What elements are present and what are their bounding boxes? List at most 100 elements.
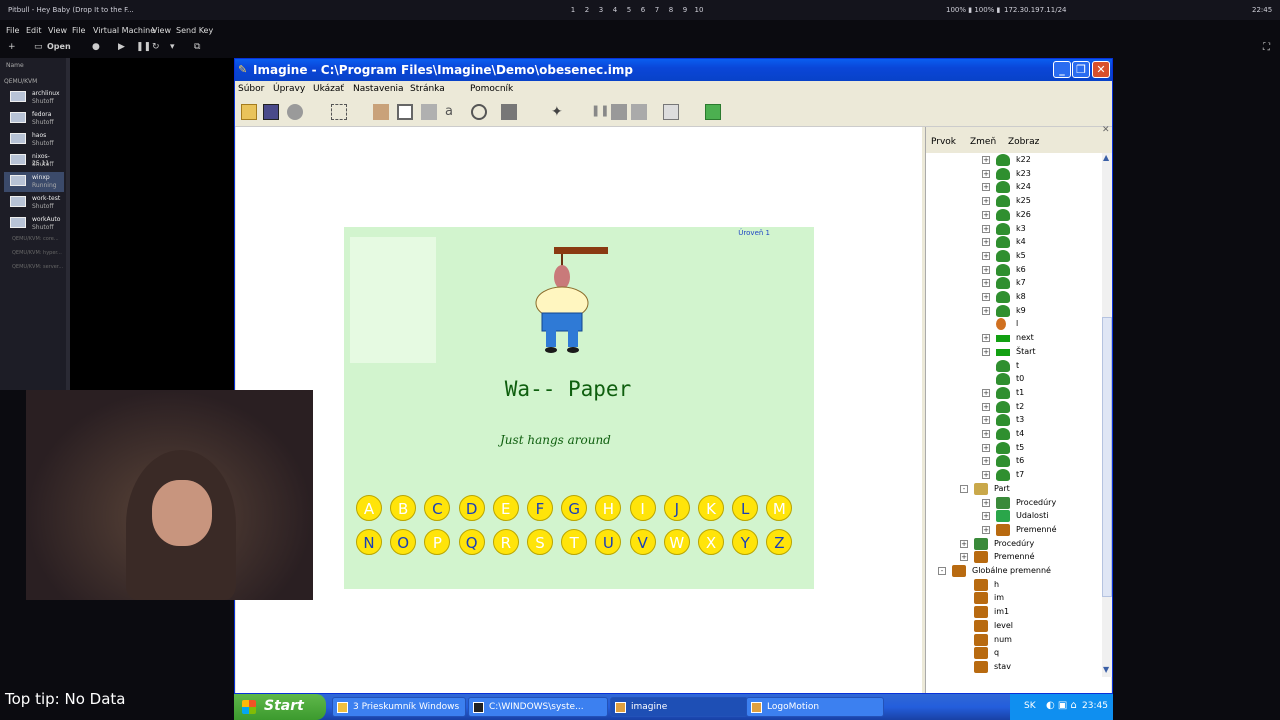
expand-icon[interactable]: + — [982, 498, 990, 507]
turtle-icon[interactable] — [373, 104, 389, 120]
expand-icon[interactable]: + — [982, 457, 990, 466]
letter-button-l[interactable]: L — [732, 495, 759, 521]
workspace-item[interactable]: 2 — [580, 6, 594, 14]
scroll-up-icon[interactable]: ▲ — [1103, 153, 1109, 162]
frame-icon[interactable] — [397, 104, 413, 120]
letter-button-c[interactable]: C — [424, 495, 451, 521]
letter-button-x[interactable]: X — [698, 529, 724, 555]
letter-button-h[interactable]: H — [595, 495, 622, 521]
menu-item[interactable]: Stránka — [410, 84, 445, 94]
tree-item[interactable]: + t2 — [926, 400, 1102, 414]
target-icon[interactable] — [471, 104, 487, 120]
tree-item[interactable]: + k23 — [926, 167, 1102, 181]
tree-item[interactable]: + Premenné — [926, 523, 1102, 537]
tree-item[interactable]: t0 — [926, 373, 1102, 386]
expand-icon[interactable]: + — [982, 279, 990, 288]
tree-item[interactable]: + t6 — [926, 455, 1102, 468]
workspace-item[interactable]: 10 — [692, 6, 706, 14]
tree-item[interactable]: + Procedúry — [926, 537, 1102, 551]
taskbar-button[interactable]: imagine — [610, 697, 748, 717]
window-icon[interactable] — [663, 104, 679, 120]
letter-button-s[interactable]: S — [527, 529, 553, 555]
chevron-down-icon[interactable]: ▾ — [170, 42, 175, 52]
letter-button-o[interactable]: O — [390, 529, 417, 555]
tree-item[interactable]: - Part — [926, 482, 1102, 496]
minimize-button[interactable]: _ — [1053, 61, 1071, 78]
workspace-item[interactable]: 9 — [678, 6, 692, 14]
letter-button-t[interactable]: T — [561, 529, 588, 555]
vm-list-item[interactable]: fedora Shutoff — [4, 109, 64, 129]
host-menu-item[interactable]: Edit — [26, 26, 42, 35]
canvas-area[interactable]: Úroveň 1 Wa-- Paper Just hangs around AB… — [236, 127, 922, 693]
menu-item[interactable]: Nastavenia — [353, 84, 404, 94]
workspace-item[interactable]: 5 — [622, 6, 636, 14]
expand-icon[interactable]: + — [982, 443, 990, 452]
menu-item[interactable]: Úpravy — [273, 84, 305, 94]
tree-item[interactable]: + t1 — [926, 386, 1102, 400]
vm-list-item[interactable]: workAuto Shutoff — [4, 214, 64, 234]
language-indicator[interactable]: SK — [1024, 701, 1036, 711]
pause-icon[interactable]: ❚❚ — [591, 104, 609, 120]
pause-icon[interactable]: ❚❚ — [136, 42, 151, 52]
taskbar-button[interactable]: C:\WINDOWS\syste... — [468, 697, 608, 717]
expand-icon[interactable]: + — [982, 402, 990, 411]
tree-item[interactable]: - Globálne premenné — [926, 565, 1102, 578]
tree-item[interactable]: + k25 — [926, 195, 1102, 208]
tree-item[interactable]: h — [926, 578, 1102, 592]
letter-button-w[interactable]: W — [663, 529, 690, 555]
letter-button-p[interactable]: P — [424, 529, 451, 555]
letter-button-q[interactable]: Q — [458, 529, 485, 555]
add-icon[interactable]: + — [8, 42, 16, 52]
menu-item[interactable]: Ukázať — [313, 84, 344, 94]
wand-icon[interactable]: ✦ — [551, 104, 567, 120]
letter-button-z[interactable]: Z — [766, 529, 793, 555]
expand-icon[interactable]: + — [982, 334, 990, 343]
tree-item[interactable]: + t7 — [926, 469, 1102, 482]
expand-icon[interactable]: + — [982, 293, 990, 301]
tree-item[interactable]: + k24 — [926, 181, 1102, 194]
menu-item[interactable]: Súbor — [238, 84, 264, 94]
stop-icon[interactable] — [611, 104, 627, 120]
letter-button-g[interactable]: G — [561, 495, 588, 521]
expand-icon[interactable]: + — [982, 347, 990, 356]
fullscreen-icon[interactable]: ⧉ — [194, 42, 200, 52]
vm-list-item[interactable]: nixos-25.11 Shutoff — [4, 151, 64, 171]
tree-item[interactable]: + k4 — [926, 236, 1102, 249]
restore-button[interactable]: ❐ — [1072, 61, 1090, 78]
tree-item[interactable]: + t5 — [926, 441, 1102, 455]
workspace-switcher[interactable]: 1 2 3 4 5 6 7 8 9 10 — [566, 6, 706, 14]
tree-item[interactable]: + Procedúry — [926, 496, 1102, 510]
letter-button-d[interactable]: D — [458, 495, 485, 521]
tree-item[interactable]: + k22 — [926, 154, 1102, 167]
scrollbar-thumb[interactable] — [1102, 317, 1112, 597]
letter-button-i[interactable]: I — [629, 495, 656, 521]
tree-item[interactable]: + Štart — [926, 346, 1102, 359]
tree-item[interactable]: stav — [926, 660, 1102, 674]
expand-icon[interactable]: + — [982, 525, 990, 534]
tree-item[interactable]: l — [926, 318, 1102, 331]
letter-button-b[interactable]: B — [390, 495, 417, 521]
close-button[interactable]: ✕ — [1092, 61, 1110, 78]
letter-button-n[interactable]: N — [356, 529, 382, 555]
close-icon[interactable]: ✕ — [1102, 125, 1110, 135]
open-folder-icon[interactable] — [241, 104, 257, 120]
tree-item[interactable]: + k6 — [926, 263, 1102, 277]
host-menu-item[interactable]: Send Key — [176, 26, 213, 35]
grid-icon[interactable] — [331, 104, 347, 120]
expand-icon[interactable]: + — [982, 156, 990, 164]
letter-button-r[interactable]: R — [492, 529, 519, 555]
tree-item[interactable]: t — [926, 359, 1102, 373]
tree-item[interactable]: im — [926, 592, 1102, 605]
workspace-item[interactable]: 7 — [650, 6, 664, 14]
tree-item[interactable]: + k26 — [926, 208, 1102, 222]
letter-button-j[interactable]: J — [663, 495, 690, 521]
workspace-item[interactable]: 6 — [636, 6, 650, 14]
taskbar-button[interactable]: 3 Prieskumník Windows — [332, 697, 466, 717]
step-icon[interactable] — [631, 104, 647, 120]
letter-button-e[interactable]: E — [492, 495, 519, 521]
tree-item[interactable]: + t4 — [926, 428, 1102, 441]
expand-icon[interactable]: + — [982, 169, 990, 178]
tab-zmen[interactable]: Zmeň — [970, 137, 996, 147]
expand-icon[interactable]: + — [982, 471, 990, 480]
tree-item[interactable]: + k3 — [926, 222, 1102, 236]
